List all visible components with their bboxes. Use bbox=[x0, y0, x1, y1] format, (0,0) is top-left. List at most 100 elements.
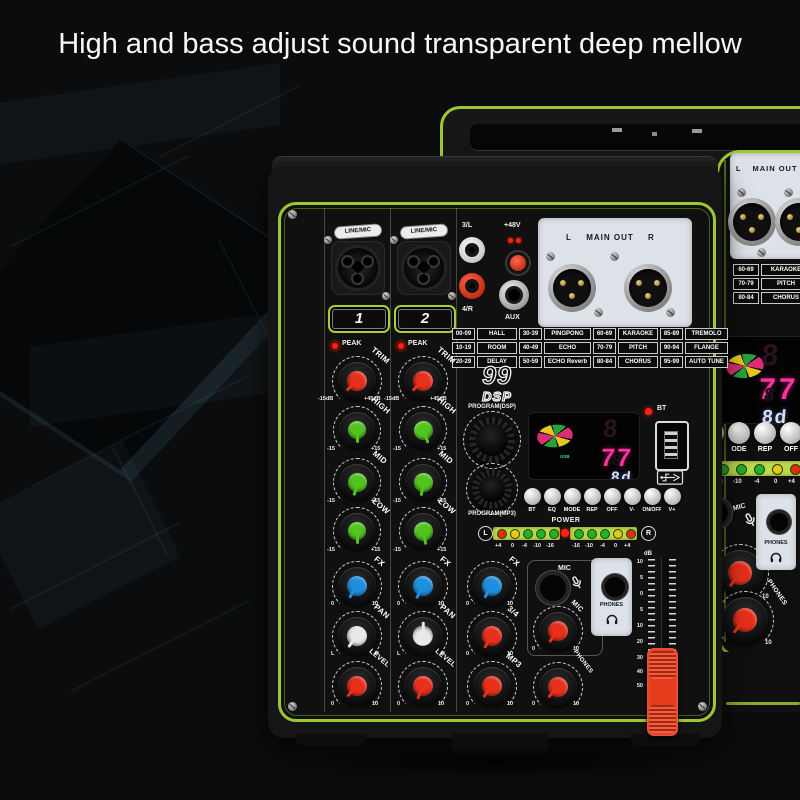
combo-jack-ch2 bbox=[397, 241, 451, 295]
fx-code: 85-89 bbox=[660, 328, 683, 340]
headphones-icon bbox=[605, 612, 619, 630]
fx-name: PITCH bbox=[618, 342, 658, 354]
meter-l-badge: L bbox=[478, 526, 493, 541]
screw-icon bbox=[666, 308, 675, 317]
scale-max: 10 bbox=[372, 701, 379, 707]
fx-code: 50-59 bbox=[519, 356, 542, 368]
scale-max: 10 bbox=[438, 701, 445, 707]
rca-jack-white bbox=[459, 237, 485, 263]
master-fx-knob[interactable] bbox=[467, 561, 517, 611]
meter-led-green bbox=[574, 529, 584, 539]
usb-port[interactable] bbox=[655, 421, 689, 471]
fader-scale: 10 bbox=[636, 559, 643, 565]
off-button[interactable] bbox=[604, 488, 621, 505]
fx-code: 80-84 bbox=[593, 356, 616, 368]
rep-button[interactable] bbox=[584, 488, 601, 505]
scale-min: 0 bbox=[397, 601, 401, 607]
fader-scale: 30 bbox=[636, 655, 643, 661]
onoff-button[interactable] bbox=[644, 488, 661, 505]
fx-name: CHORUS bbox=[618, 356, 658, 368]
brand-name: DSP bbox=[481, 388, 512, 404]
program-mp3-label: PROGRAM(MP3) bbox=[468, 511, 516, 517]
vol-up-button[interactable] bbox=[664, 488, 681, 505]
fx-name: FLANGE bbox=[685, 342, 728, 354]
main-mixer: LINE/MIC 1 PEAK LINE/MIC 2 PEAK 3/L 4/R … bbox=[0, 0, 800, 800]
fx-code: 60-69 bbox=[593, 328, 616, 340]
ch1-mid-knob[interactable] bbox=[333, 458, 381, 506]
meter-led-green bbox=[600, 529, 610, 539]
fx-name: ROOM bbox=[477, 342, 517, 354]
pan-left: L bbox=[397, 651, 401, 657]
program-dsp-knob[interactable] bbox=[463, 411, 521, 469]
ch1-low-knob[interactable] bbox=[333, 507, 381, 555]
eq-max: +15 bbox=[371, 547, 381, 553]
dsp-display: 877 USB 88d8 bbox=[528, 412, 640, 480]
fader-scale: 40 bbox=[636, 669, 643, 675]
fader-scale: 0 bbox=[639, 591, 643, 597]
meter-scale: -4 bbox=[522, 543, 527, 549]
button-label: V+ bbox=[668, 507, 676, 513]
phantom-led bbox=[516, 238, 521, 243]
ch2-high-knob[interactable] bbox=[399, 406, 447, 454]
fx-code: 10-19 bbox=[452, 342, 475, 354]
eq-min: -15 bbox=[327, 547, 335, 553]
meter-r-badge: R bbox=[641, 526, 656, 541]
strip-divider bbox=[324, 208, 325, 712]
usb-icon bbox=[656, 470, 684, 490]
scale-min: 0 bbox=[331, 601, 335, 607]
trim-min: -15dB bbox=[384, 396, 400, 402]
ch1-fx-knob[interactable] bbox=[332, 561, 382, 611]
ch1-trim-knob[interactable] bbox=[332, 356, 382, 406]
rca-top-label: 3/L bbox=[462, 222, 473, 229]
bt-button[interactable] bbox=[524, 488, 541, 505]
fx-code: 70-79 bbox=[593, 342, 616, 354]
trim-min: -15dB bbox=[318, 396, 334, 402]
meter-scale: -16 bbox=[546, 543, 554, 549]
strip-divider bbox=[456, 208, 457, 712]
screw-icon bbox=[324, 236, 332, 244]
screw-icon bbox=[546, 252, 555, 261]
peak-label: PEAK bbox=[408, 340, 428, 347]
ch2-fx-knob[interactable] bbox=[398, 561, 448, 611]
scale-min: 0 bbox=[532, 701, 536, 707]
mode-button[interactable] bbox=[564, 488, 581, 505]
meter-scale: -16 bbox=[572, 543, 580, 549]
master-fader-handle[interactable] bbox=[647, 648, 678, 736]
main-out-r: R bbox=[648, 233, 654, 242]
fx-code: 95-99 bbox=[660, 356, 683, 368]
meter-led-green bbox=[549, 529, 559, 539]
eq-min: -15 bbox=[393, 446, 401, 452]
eq-max: +15 bbox=[437, 547, 447, 553]
fx-name: KARAOKE bbox=[618, 328, 658, 340]
screw-icon bbox=[594, 308, 603, 317]
ch2-trim-knob[interactable] bbox=[398, 356, 448, 406]
ch1-level-knob[interactable] bbox=[332, 661, 382, 711]
power-led bbox=[561, 529, 569, 537]
ch2-mid-knob[interactable] bbox=[399, 458, 447, 506]
phantom-power-button[interactable] bbox=[507, 252, 529, 274]
scale-min: 0 bbox=[466, 701, 470, 707]
pan-left: L bbox=[331, 651, 335, 657]
fx-name: PINGPONG bbox=[544, 328, 591, 340]
aux-34-level-knob[interactable] bbox=[467, 611, 517, 661]
phones-level-knob[interactable] bbox=[533, 662, 583, 712]
meter-led-green bbox=[587, 529, 597, 539]
mp3-level-knob[interactable] bbox=[467, 661, 517, 711]
scale-min: 0 bbox=[397, 701, 401, 707]
fx-code: 90-94 bbox=[660, 342, 683, 354]
main-out-label: MAIN OUT bbox=[586, 233, 634, 242]
phones-label: PHONES bbox=[599, 602, 624, 608]
vol-down-button[interactable] bbox=[624, 488, 641, 505]
meter-led-green bbox=[536, 529, 546, 539]
fx-name: AUTO TUNE bbox=[685, 356, 728, 368]
mic-level-knob[interactable] bbox=[533, 606, 583, 656]
fx-code: 40-49 bbox=[519, 342, 542, 354]
ch2-level-knob[interactable] bbox=[398, 661, 448, 711]
display-track-readout: 88d8 bbox=[610, 452, 634, 480]
eq-button[interactable] bbox=[544, 488, 561, 505]
program-mp3-knob[interactable] bbox=[466, 463, 518, 515]
scale-min: 0 bbox=[466, 601, 470, 607]
meter-led-red bbox=[497, 529, 507, 539]
ch1-high-knob[interactable] bbox=[333, 406, 381, 454]
ch2-low-knob[interactable] bbox=[399, 507, 447, 555]
